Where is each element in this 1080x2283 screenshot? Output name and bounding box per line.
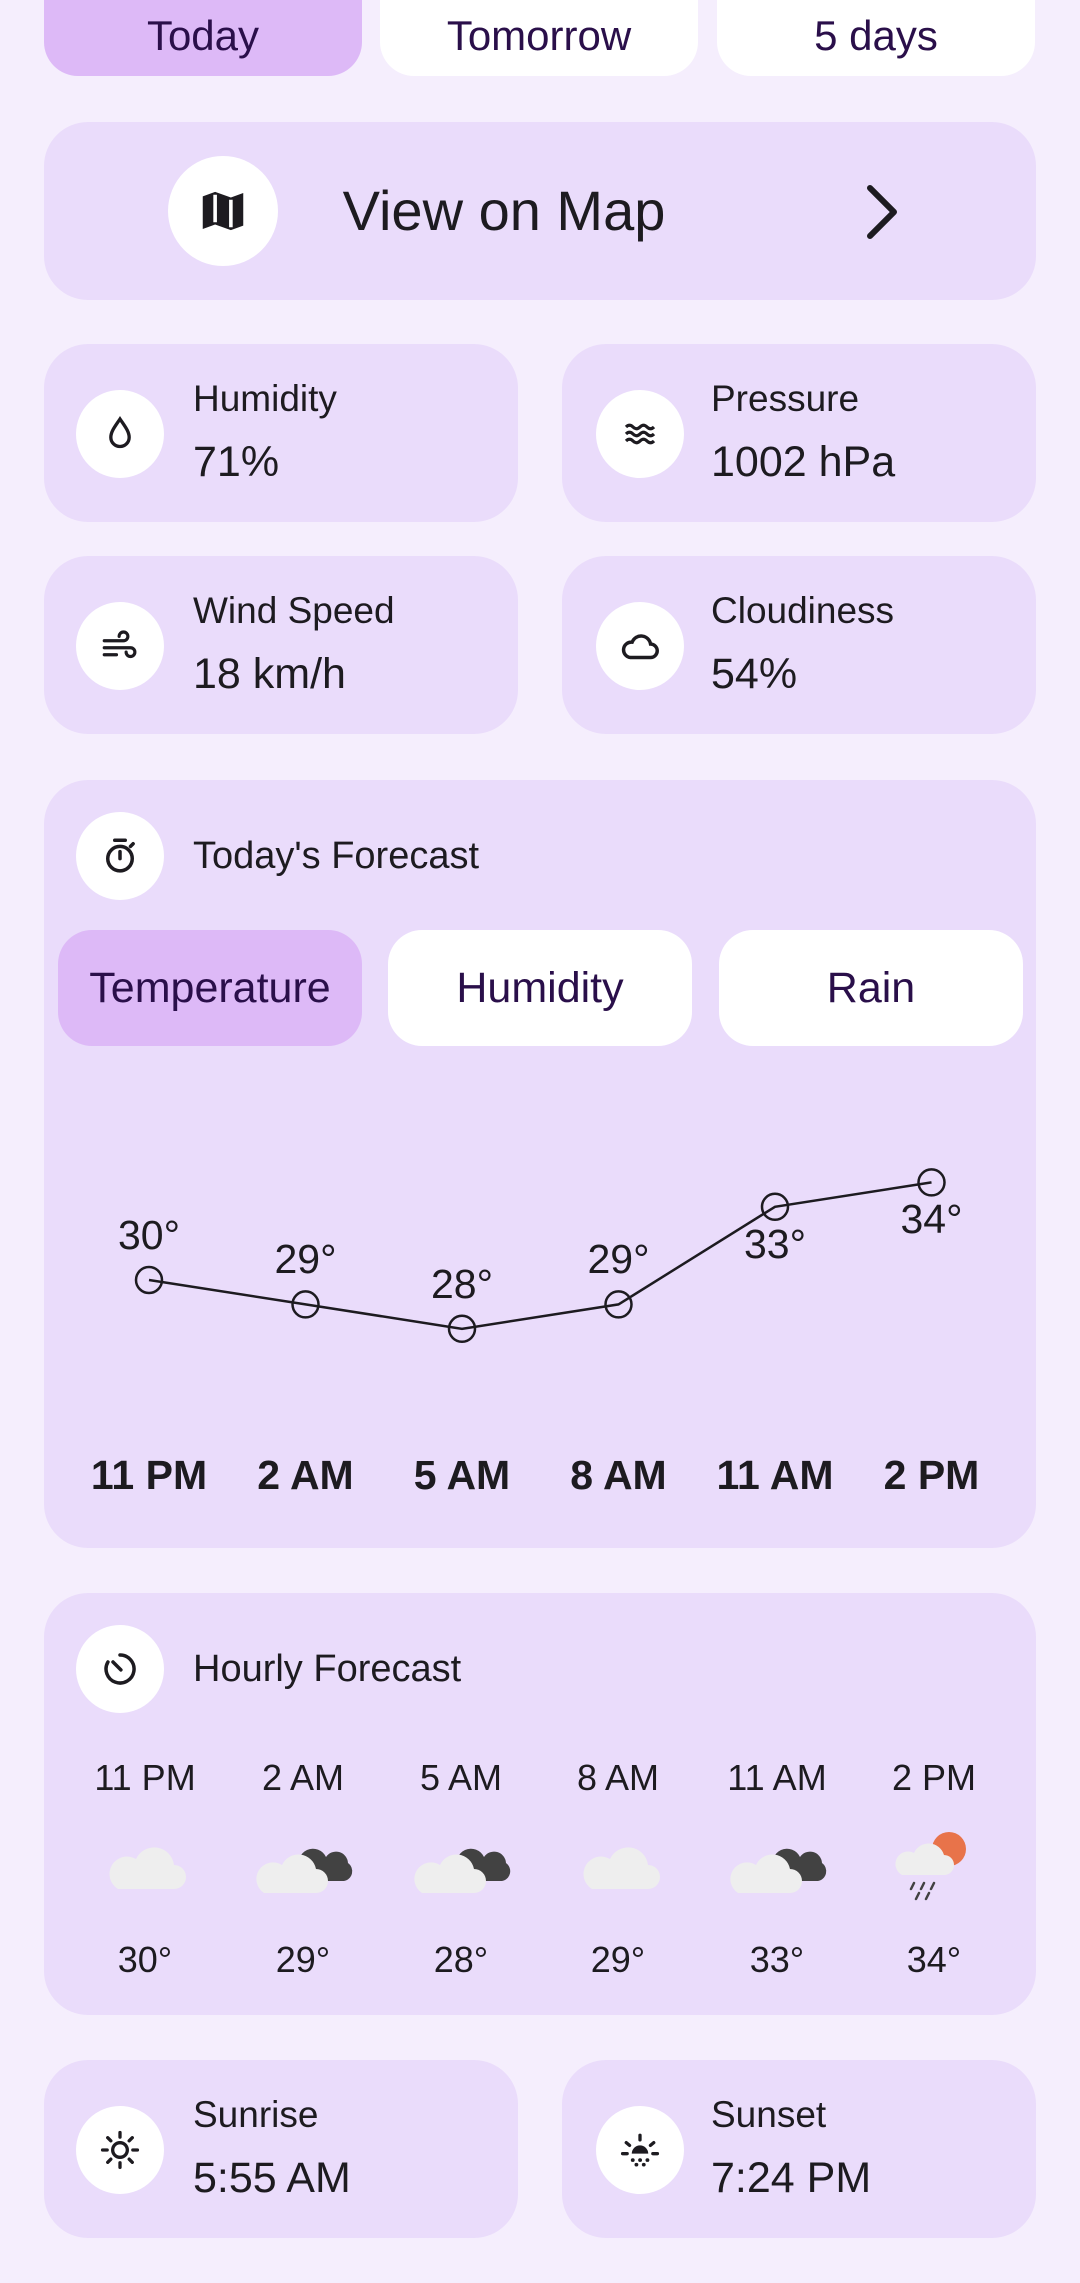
tab-tomorrow[interactable]: Tomorrow: [380, 0, 698, 76]
pressure-icon-circle: [596, 390, 684, 478]
cloud-icon: [109, 1847, 186, 1889]
humidity-label: Humidity: [193, 378, 337, 419]
hour-time: 8 AM: [576, 1757, 660, 1798]
data-label: 29°: [274, 1236, 337, 1283]
sun-icon: [100, 2130, 140, 2170]
rain-sun-icon: [895, 1832, 966, 1901]
hour-time: 2 AM: [261, 1757, 345, 1798]
tab-5-days-label: 5 days: [814, 12, 938, 59]
water-drop-icon: [109, 415, 131, 449]
humidity-value: 71%: [193, 438, 280, 486]
pressure-value: 1002 hPa: [711, 438, 896, 486]
x-tick-label: 5 AM: [413, 1452, 511, 1498]
data-label: 33°: [743, 1220, 806, 1267]
hour-time: 2 PM: [891, 1757, 977, 1798]
sunset-icon-circle: [596, 2106, 684, 2194]
data-label: 29°: [587, 1236, 650, 1283]
x-tick-label: 11 AM: [716, 1452, 834, 1498]
tab-tomorrow-label: Tomorrow: [446, 12, 632, 59]
sunrise-label: Sunrise: [193, 2094, 319, 2135]
hourly-forecast-card: Hourly Forecast 11 PM 2 AM 5 AM 8 AM 11 …: [44, 1593, 1036, 2015]
x-tick-label: 11 PM: [90, 1452, 208, 1498]
view-on-map-label: View on Map: [342, 179, 666, 242]
clock-icon-circle: [76, 1625, 164, 1713]
cloud-dark-icon: [256, 1848, 353, 1893]
hour-time: 11 PM: [94, 1757, 196, 1798]
x-tick-label: 8 AM: [570, 1452, 667, 1498]
tab-today[interactable]: Today: [44, 0, 362, 76]
cloudiness-icon-circle: [596, 602, 684, 690]
sunrise-card: Sunrise 5:55 AM: [44, 2060, 518, 2238]
hour-temp: 33°: [749, 1939, 805, 1980]
cloud-icon: [621, 634, 659, 660]
sunrise-value: 5:55 AM: [193, 2154, 351, 2202]
hour-temp: 28°: [433, 1939, 489, 1980]
hour-temp: 29°: [275, 1939, 331, 1980]
hour-time: 5 AM: [419, 1757, 503, 1798]
sunrise-icon-circle: [76, 2106, 164, 2194]
humidity-icon-circle: [76, 390, 164, 478]
wind-speed-label: Wind Speed: [193, 590, 395, 631]
tab-today-label: Today: [146, 12, 260, 59]
x-tick-label: 2 PM: [883, 1452, 980, 1498]
hour-temp: 29°: [590, 1939, 646, 1980]
x-tick-label: 2 AM: [257, 1452, 354, 1498]
hourly-forecast-title: Hourly Forecast: [193, 1648, 462, 1690]
map-icon: [202, 191, 244, 231]
chevron-right-icon: [867, 185, 897, 239]
data-label: 28°: [430, 1260, 493, 1307]
wind-icon-circle: [76, 602, 164, 690]
sunset-value: 7:24 PM: [711, 2154, 872, 2202]
wind-speed-card: Wind Speed 18 km/h: [44, 556, 518, 734]
sunset-icon: [620, 2133, 660, 2167]
waves-icon: [624, 423, 656, 445]
hour-temp: 30°: [117, 1939, 173, 1980]
cloud-icon: [583, 1847, 660, 1889]
view-on-map-card[interactable]: View on Map: [44, 122, 1036, 300]
cloud-dark-icon: [730, 1848, 827, 1893]
humidity-card: Humidity 71%: [44, 344, 518, 522]
cloudiness-label: Cloudiness: [711, 590, 895, 631]
hour-temp: 34°: [906, 1939, 962, 1980]
data-label: 30°: [117, 1212, 180, 1258]
tab-5-days[interactable]: 5 days: [717, 0, 1035, 76]
cloudiness-value: 54%: [711, 650, 798, 698]
sunset-label: Sunset: [711, 2094, 827, 2135]
temperature-line-chart: [134, 1168, 946, 1344]
hour-time: 11 AM: [727, 1757, 827, 1798]
sunset-card: Sunset 7:24 PM: [562, 2060, 1036, 2238]
data-label: 34°: [900, 1196, 963, 1243]
clock-icon: [104, 1653, 136, 1685]
cloudiness-card: Cloudiness 54%: [562, 556, 1036, 734]
pressure-card: Pressure 1002 hPa: [562, 344, 1036, 522]
todays-forecast-card: Today's Forecast Temperature Humidity Ra…: [44, 780, 1036, 1548]
cloud-dark-icon: [414, 1848, 511, 1893]
wind-icon: [102, 630, 137, 659]
pressure-label: Pressure: [711, 378, 860, 419]
wind-speed-value: 18 km/h: [193, 650, 346, 698]
